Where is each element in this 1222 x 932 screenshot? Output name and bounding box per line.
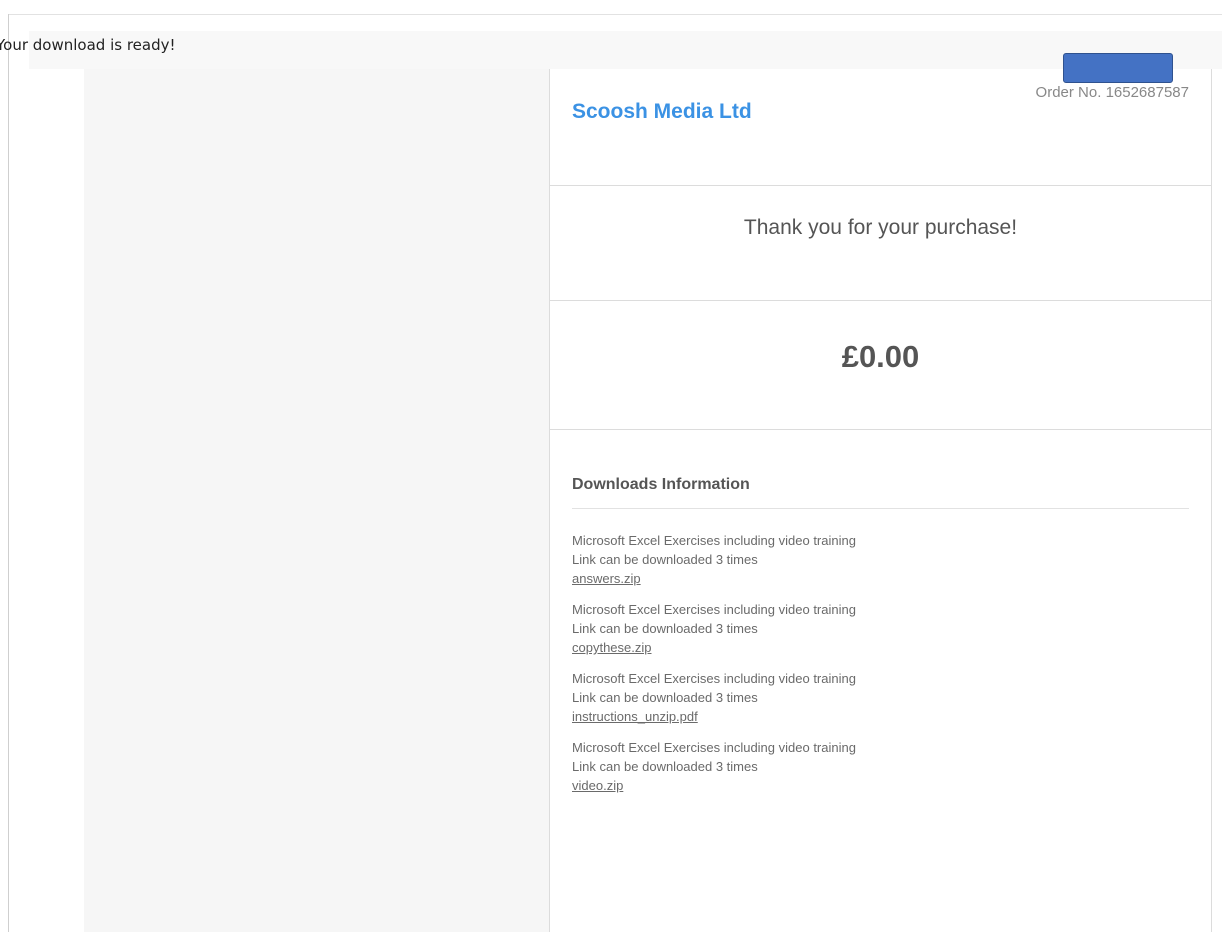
thanks-message: Thank you for your purchase! (743, 216, 1018, 239)
download-link-answers[interactable]: answers.zip (572, 571, 641, 586)
downloads-section: Downloads Information Microsoft Excel Ex… (572, 476, 1189, 807)
redaction-box (1063, 53, 1173, 83)
downloads-heading: Downloads Information (572, 476, 1189, 509)
window-left-border (8, 14, 9, 932)
download-link-instructions[interactable]: instructions_unzip.pdf (572, 709, 698, 724)
email-subject: Your download is ready! (0, 30, 400, 60)
merchant-name: Scoosh Media Ltd (572, 100, 752, 123)
download-product: Microsoft Excel Exercises including vide… (572, 671, 856, 686)
download-limit: Link can be downloaded 3 times (572, 552, 758, 567)
download-limit: Link can be downloaded 3 times (572, 621, 758, 636)
download-link-copythese[interactable]: copythese.zip (572, 640, 652, 655)
download-product: Microsoft Excel Exercises including vide… (572, 533, 856, 548)
amount-section: £0.00 (550, 301, 1211, 430)
thanks-section: Thank you for your purchase! (550, 186, 1211, 301)
order-number: Order No. 1652687587 (1035, 84, 1189, 101)
window-top-border (8, 14, 1222, 15)
download-link-video[interactable]: video.zip (572, 778, 623, 793)
email-subject-text: Your download is ready! (0, 36, 176, 54)
download-limit: Link can be downloaded 3 times (572, 690, 758, 705)
download-item: Microsoft Excel Exercises including vide… (572, 600, 1189, 657)
receipt-header: Scoosh Media Ltd Order No. 1652687587 (550, 53, 1211, 186)
download-item: Microsoft Excel Exercises including vide… (572, 738, 1189, 795)
left-panel (84, 69, 549, 932)
download-product: Microsoft Excel Exercises including vide… (572, 740, 856, 755)
download-item: Microsoft Excel Exercises including vide… (572, 669, 1189, 726)
order-total: £0.00 (841, 339, 920, 374)
download-limit: Link can be downloaded 3 times (572, 759, 758, 774)
receipt-card: Scoosh Media Ltd Order No. 1652687587 Th… (549, 53, 1212, 932)
email-window: Your download is ready! Scoosh Media Ltd… (0, 0, 1222, 932)
download-product: Microsoft Excel Exercises including vide… (572, 602, 856, 617)
download-item: Microsoft Excel Exercises including vide… (572, 531, 1189, 588)
